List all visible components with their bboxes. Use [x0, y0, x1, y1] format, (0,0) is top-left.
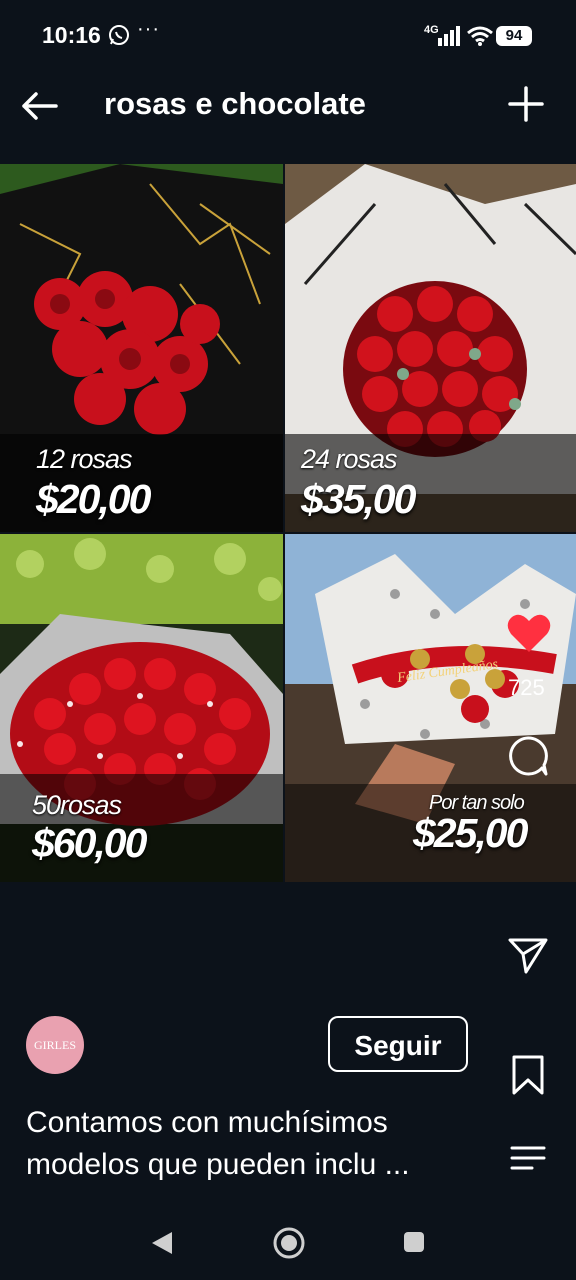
- post-caption[interactable]: Contamos con muchísimos modelos que pued…: [26, 1102, 486, 1186]
- nav-recents-icon[interactable]: [402, 1230, 426, 1254]
- like-count: 725: [508, 675, 545, 700]
- product-tile-24-roses[interactable]: 24 rosas $35,00: [285, 164, 576, 532]
- product-price: $60,00: [32, 820, 147, 866]
- product-price: $20,00: [36, 476, 151, 522]
- signal-icon: [438, 26, 460, 46]
- battery-icon: 94: [496, 26, 532, 46]
- more-notifications-icon: ···: [137, 18, 160, 40]
- plus-icon[interactable]: [506, 84, 546, 124]
- avatar[interactable]: GIRLES: [26, 1016, 84, 1074]
- product-price: $35,00: [301, 476, 416, 522]
- send-icon[interactable]: [506, 936, 550, 976]
- heart-icon[interactable]: [506, 612, 552, 654]
- comment-icon[interactable]: [506, 734, 550, 778]
- nav-back-icon[interactable]: [150, 1230, 174, 1256]
- nav-home-icon[interactable]: [272, 1226, 306, 1260]
- whatsapp-icon: [109, 25, 129, 45]
- bookmark-icon[interactable]: [508, 1054, 548, 1096]
- product-tile-roses-chocolate[interactable]: Feliz Cumpleaños Por tan solo $25,00: [285, 534, 576, 882]
- product-tile-50-roses[interactable]: 50rosas $60,00: [0, 534, 283, 882]
- clock: 10:16: [42, 22, 101, 48]
- page-title: rosas e chocolate: [104, 86, 366, 121]
- more-options-icon[interactable]: [508, 1144, 548, 1174]
- follow-button[interactable]: Seguir: [328, 1016, 468, 1072]
- product-quantity: 50rosas: [32, 790, 122, 820]
- back-arrow-icon[interactable]: [18, 84, 62, 128]
- product-quantity: 24 rosas: [301, 444, 398, 474]
- product-price: $25,00: [413, 810, 528, 856]
- product-quantity: 12 rosas: [36, 444, 133, 474]
- wifi-icon: [467, 26, 493, 46]
- product-tile-12-roses[interactable]: 12 rosas $20,00: [0, 164, 283, 532]
